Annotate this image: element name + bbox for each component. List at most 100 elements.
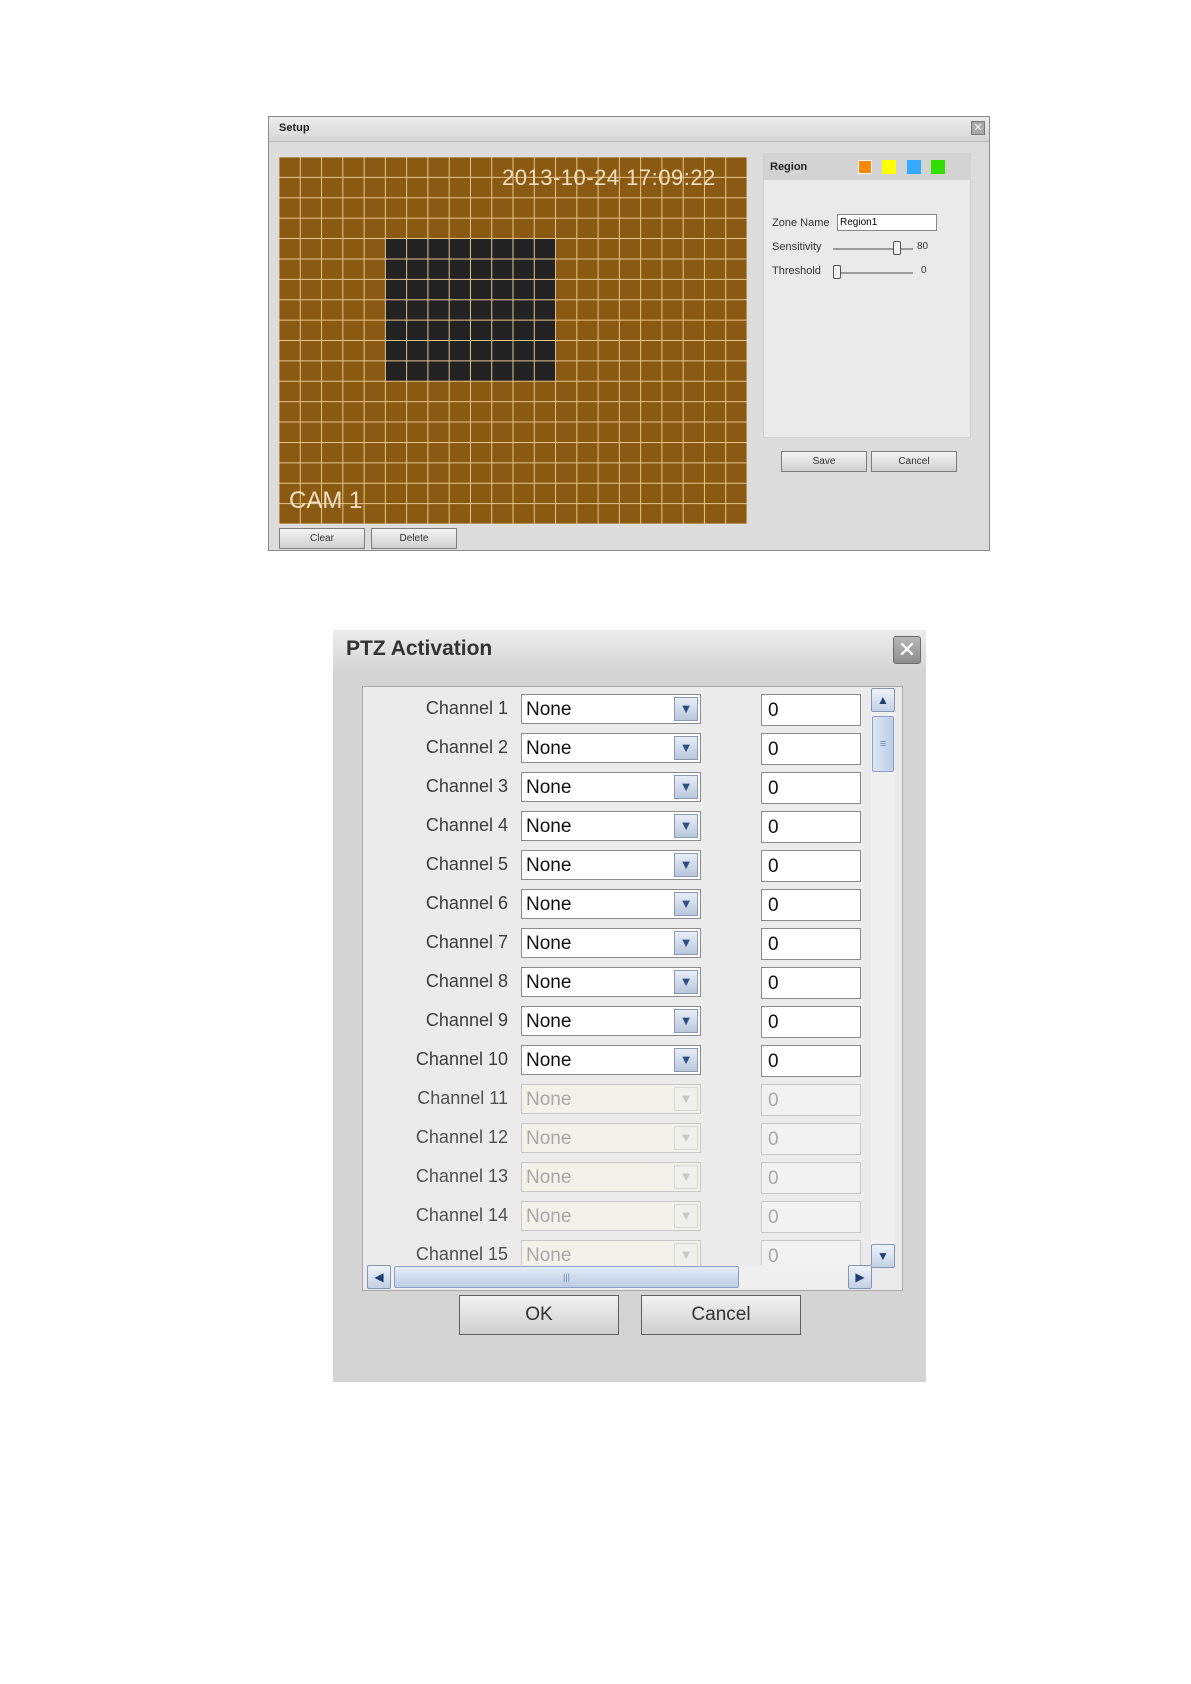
region-color-3[interactable] xyxy=(907,160,921,174)
channel-preset-input[interactable]: 0 xyxy=(761,889,861,921)
channel-label: Channel 7 xyxy=(425,932,508,952)
chevron-left-icon[interactable]: ◀ xyxy=(367,1265,391,1289)
channel-preset-input[interactable]: 0 xyxy=(761,811,861,843)
channel-type-select[interactable]: None ▼ xyxy=(521,889,701,919)
channel-label: Channel 2 xyxy=(425,737,508,757)
channel-type-select[interactable]: None ▼ xyxy=(521,1045,701,1075)
chevron-down-icon[interactable]: ▼ xyxy=(674,1009,698,1033)
channel-type-select[interactable]: None ▼ xyxy=(521,694,701,724)
close-icon[interactable]: ✕ xyxy=(893,636,921,664)
zone-name-label: Zone Name xyxy=(772,217,830,229)
channel-label: Channel 4 xyxy=(425,815,508,835)
grid-canvas[interactable] xyxy=(279,157,747,524)
chevron-down-icon[interactable]: ▼ xyxy=(674,736,698,760)
close-icon[interactable]: ✕ xyxy=(971,121,985,135)
channel-type-value: None xyxy=(526,699,572,720)
channel-label: Channel 8 xyxy=(425,971,508,991)
horizontal-scroll-thumb[interactable]: ||| xyxy=(394,1266,739,1288)
channel-preset-value: 0 xyxy=(768,700,779,721)
channel-type-value: None xyxy=(526,777,572,798)
region-color-2[interactable] xyxy=(882,160,896,174)
channel-preset-input[interactable]: 0 xyxy=(761,1006,861,1038)
channel-type-select[interactable]: None ▼ xyxy=(521,967,701,997)
channel-row: Channel 8 None ▼ 0 xyxy=(363,964,863,1000)
region-color-1[interactable] xyxy=(858,160,872,174)
channel-label: Channel 14 xyxy=(415,1205,508,1225)
setup-dialog: Setup ✕ 2013-10-24 17:09:22 CAM 1 Clear … xyxy=(268,116,990,551)
channel-type-select: None ▼ xyxy=(521,1201,701,1231)
chevron-up-icon[interactable]: ▲ xyxy=(871,688,895,712)
channel-type-value: None xyxy=(526,1050,572,1071)
horizontal-scrollbar[interactable]: ◀ ||| ▶ xyxy=(367,1265,872,1289)
sensitivity-label: Sensitivity xyxy=(772,241,822,253)
clear-button[interactable]: Clear xyxy=(279,528,365,549)
channel-row: Channel 10 None ▼ 0 xyxy=(363,1042,863,1078)
save-button[interactable]: Save xyxy=(781,451,867,472)
channel-preset-input[interactable]: 0 xyxy=(761,694,861,726)
chevron-down-icon[interactable]: ▼ xyxy=(674,853,698,877)
threshold-slider-handle[interactable] xyxy=(833,265,841,279)
setup-titlebar[interactable]: Setup ✕ xyxy=(269,117,989,142)
vertical-scrollbar[interactable]: ▲ ≡ ▼ xyxy=(871,688,895,1268)
channel-preset-input[interactable]: 0 xyxy=(761,772,861,804)
channel-preset-input[interactable]: 0 xyxy=(761,733,861,765)
channel-type-value: None xyxy=(526,1167,572,1188)
channel-type-value: None xyxy=(526,816,572,837)
channel-type-value: None xyxy=(526,1128,572,1149)
channel-type-value: None xyxy=(526,933,572,954)
region-color-4[interactable] xyxy=(931,160,945,174)
channel-type-select[interactable]: None ▼ xyxy=(521,1006,701,1036)
sensitivity-slider-handle[interactable] xyxy=(893,241,901,255)
channel-preset-input: 0 xyxy=(761,1123,861,1155)
channel-type-value: None xyxy=(526,894,572,915)
channel-preset-input: 0 xyxy=(761,1162,861,1194)
chevron-down-icon[interactable]: ▼ xyxy=(674,697,698,721)
channel-type-value: None xyxy=(526,738,572,759)
chevron-down-icon[interactable]: ▼ xyxy=(871,1244,895,1268)
channel-preset-value: 0 xyxy=(768,778,779,799)
threshold-label: Threshold xyxy=(772,265,821,277)
chevron-down-icon[interactable]: ▼ xyxy=(674,1048,698,1072)
channel-type-select[interactable]: None ▼ xyxy=(521,733,701,763)
channel-type-select[interactable]: None ▼ xyxy=(521,850,701,880)
channel-row: Channel 9 None ▼ 0 xyxy=(363,1003,863,1039)
sensitivity-slider[interactable] xyxy=(833,248,913,250)
video-timestamp: 2013-10-24 17:09:22 xyxy=(502,165,716,190)
channel-preset-input[interactable]: 0 xyxy=(761,850,861,882)
cancel-button[interactable]: Cancel xyxy=(871,451,957,472)
channel-row: Channel 13 None ▼ 0 xyxy=(363,1159,863,1195)
channel-preset-input[interactable]: 0 xyxy=(761,928,861,960)
channel-type-select[interactable]: None ▼ xyxy=(521,811,701,841)
ok-button[interactable]: OK xyxy=(459,1295,619,1335)
channel-type-value: None xyxy=(526,1206,572,1227)
channel-preset-input[interactable]: 0 xyxy=(761,1045,861,1077)
channel-preset-value: 0 xyxy=(768,739,779,760)
chevron-right-icon[interactable]: ▶ xyxy=(848,1265,872,1289)
channel-preset-input[interactable]: 0 xyxy=(761,967,861,999)
chevron-down-icon[interactable]: ▼ xyxy=(674,931,698,955)
threshold-value: 0 xyxy=(921,265,927,276)
threshold-slider[interactable] xyxy=(833,272,913,274)
chevron-down-icon: ▼ xyxy=(674,1243,698,1267)
channel-type-select[interactable]: None ▼ xyxy=(521,772,701,802)
chevron-down-icon[interactable]: ▼ xyxy=(674,775,698,799)
channel-row: Channel 14 None ▼ 0 xyxy=(363,1198,863,1234)
channel-row: Channel 4 None ▼ 0 xyxy=(363,808,863,844)
channel-type-select: None ▼ xyxy=(521,1123,701,1153)
channel-preset-value: 0 xyxy=(768,973,779,994)
chevron-down-icon[interactable]: ▼ xyxy=(674,814,698,838)
channel-type-select[interactable]: None ▼ xyxy=(521,928,701,958)
delete-button[interactable]: Delete xyxy=(371,528,457,549)
motion-detection-grid[interactable]: 2013-10-24 17:09:22 CAM 1 xyxy=(279,157,747,524)
channel-preset-value: 0 xyxy=(768,817,779,838)
channel-list: Channel 1 None ▼ 0 Channel 2 None ▼ 0 Channel 3 N… xyxy=(362,686,903,1291)
chevron-down-icon: ▼ xyxy=(674,1165,698,1189)
zone-name-input[interactable]: Region1 xyxy=(837,214,937,231)
ptz-titlebar[interactable]: PTZ Activation ✕ xyxy=(333,630,926,670)
chevron-down-icon[interactable]: ▼ xyxy=(674,970,698,994)
chevron-down-icon[interactable]: ▼ xyxy=(674,892,698,916)
cancel-button[interactable]: Cancel xyxy=(641,1295,801,1335)
channel-preset-value: 0 xyxy=(768,1168,779,1189)
channel-row: Channel 12 None ▼ 0 xyxy=(363,1120,863,1156)
vertical-scroll-thumb[interactable]: ≡ xyxy=(872,716,894,772)
